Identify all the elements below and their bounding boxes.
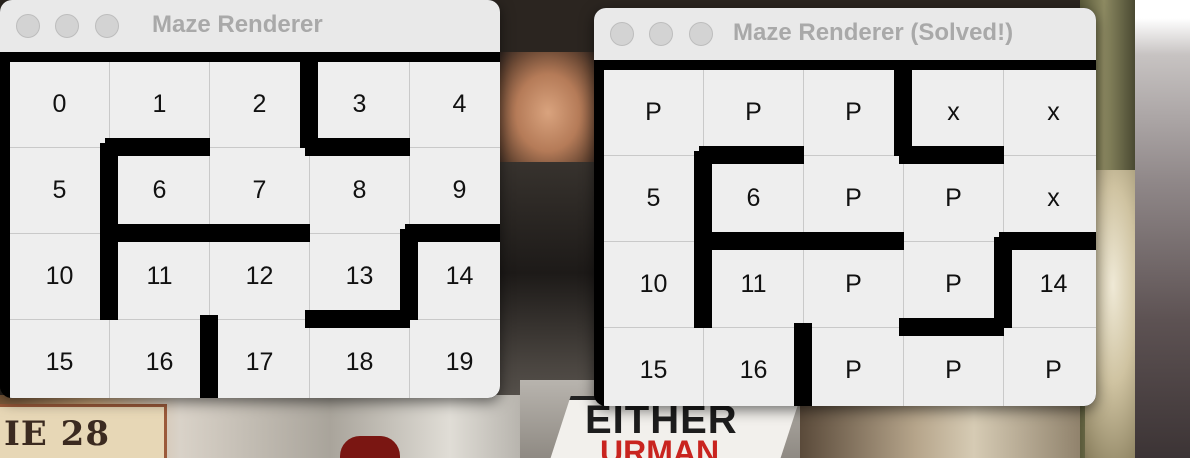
maze-wall — [994, 237, 1012, 328]
close-button[interactable] — [610, 22, 634, 46]
maze-cell: P — [704, 70, 804, 156]
minimize-button[interactable] — [55, 14, 79, 38]
maze-cell: x — [1004, 156, 1096, 242]
wallpaper-hat — [340, 436, 400, 458]
maze-wall — [894, 65, 912, 156]
maze-wall — [200, 315, 218, 398]
maze-cell: P — [804, 328, 904, 406]
maze-grid: P P Px x 5 6 P Px 10 11 P P 14 15 16 P P P — [594, 60, 1096, 406]
zoom-button[interactable] — [689, 22, 713, 46]
wallpaper-city — [1135, 0, 1190, 458]
maze-cell: x — [1004, 70, 1096, 156]
maze-cell: 6 — [704, 156, 804, 242]
maze-wall — [899, 146, 1004, 164]
maze-cell: 3 — [310, 62, 410, 148]
maze-wall — [105, 224, 310, 242]
wallpaper-road-sign-text-2: URMAN — [600, 434, 720, 458]
maze-cell: P — [904, 242, 1004, 328]
maze-cell: 17 — [210, 320, 310, 398]
maze-cell: 15 — [10, 320, 110, 398]
zoom-button[interactable] — [95, 14, 119, 38]
maze-cell: 12 — [210, 234, 310, 320]
maze-wall — [999, 232, 1096, 250]
maze-wall — [899, 318, 1004, 336]
maze-wall — [699, 146, 804, 164]
maze-cell: 11 — [704, 242, 804, 328]
maze-window[interactable]: Maze Renderer 0 1 2 3 4 5 6 7 8 9 10 11 12 13 14 15 16 17… — [0, 0, 500, 398]
window-titlebar[interactable]: Maze Renderer — [0, 0, 500, 52]
maze-wall — [699, 232, 904, 250]
maze-wall — [794, 323, 812, 406]
maze-wall — [300, 57, 318, 148]
maze-cell: 8 — [310, 148, 410, 234]
maze-wall — [405, 224, 500, 242]
maze-cell: 5 — [604, 156, 704, 242]
maze-wall — [305, 138, 410, 156]
maze-cell: 14 — [410, 234, 500, 320]
maze-cell: 13 — [310, 234, 410, 320]
maze-cell: 4 — [410, 62, 500, 148]
maze-wall — [694, 151, 712, 328]
close-button[interactable] — [16, 14, 40, 38]
maze-cell: 19 — [410, 320, 500, 398]
maze-cell: P — [604, 70, 704, 156]
maze-cell: 15 — [604, 328, 704, 406]
maze-grid: 0 1 2 3 4 5 6 7 8 9 10 11 12 13 14 15 16 17 18 19 — [0, 52, 500, 398]
maze-wall — [400, 229, 418, 320]
maze-cell: 0 — [10, 62, 110, 148]
maze-cell: 14 — [1004, 242, 1096, 328]
window-title: Maze Renderer (Solved!) — [733, 19, 1014, 46]
maze-cell: P — [904, 156, 1004, 242]
maze-wall — [100, 143, 118, 320]
maze-cell: 5 — [10, 148, 110, 234]
wallpaper-sign: IE 28 — [0, 404, 167, 458]
maze-cell: 10 — [604, 242, 704, 328]
maze-cell: P — [804, 70, 904, 156]
maze-cell: 11 — [110, 234, 210, 320]
maze-cell: 16 — [110, 320, 210, 398]
maze-wall — [105, 138, 210, 156]
maze-wall — [305, 310, 410, 328]
maze-cell: 16 — [704, 328, 804, 406]
maze-cell: P — [1004, 328, 1096, 406]
maze-cell: 2 — [210, 62, 310, 148]
maze-cell: 1 — [110, 62, 210, 148]
maze-cell: 10 — [10, 234, 110, 320]
minimize-button[interactable] — [649, 22, 673, 46]
maze-cell: 6 — [110, 148, 210, 234]
window-title: Maze Renderer — [152, 11, 323, 38]
maze-cell: x — [904, 70, 1004, 156]
wallpaper-hand — [498, 52, 598, 162]
maze-cell: 9 — [410, 148, 500, 234]
maze-cell: P — [904, 328, 1004, 406]
maze-cell: 7 — [210, 148, 310, 234]
maze-cell: 18 — [310, 320, 410, 398]
window-titlebar[interactable]: Maze Renderer (Solved!) — [594, 8, 1096, 60]
solved-maze-window[interactable]: Maze Renderer (Solved!) P P Px x 5 6 P Px 10 11 P P… — [594, 8, 1096, 406]
maze-cell: P — [804, 156, 904, 242]
maze-cell: P — [804, 242, 904, 328]
